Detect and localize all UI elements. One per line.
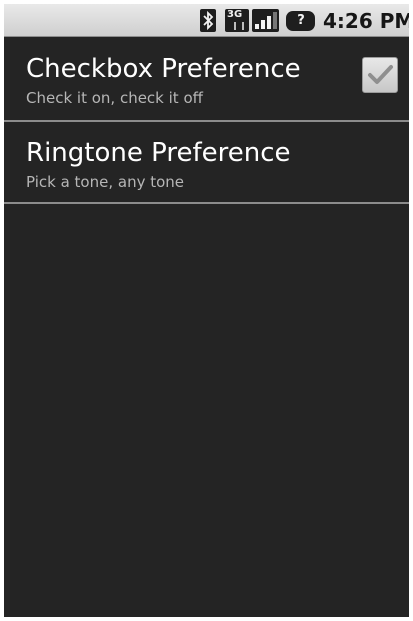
checkmark-icon [368,65,393,84]
checkbox-preference-title: Checkbox Preference [26,54,301,84]
network-type-label: 3G [227,9,243,20]
ringtone-preference[interactable]: Ringtone Preference Pick a tone, any ton… [4,122,409,204]
checkbox-preference[interactable]: Checkbox Preference Check it on, check i… [4,38,409,122]
preference-list: Checkbox Preference Check it on, check i… [4,38,409,204]
3g-data-icon: 3G [225,9,249,32]
checkbox-preference-summary: Check it on, check it off [26,89,203,107]
data-activity-arrows [234,22,244,30]
status-bar: 3G ? 4:26 PM [4,4,409,37]
status-clock: 4:26 PM [323,9,409,33]
ringtone-preference-title: Ringtone Preference [26,138,291,168]
preference-checkbox[interactable] [362,57,398,93]
screen: 3G ? 4:26 PM Checkbox Preference Check i… [4,4,409,617]
ringtone-preference-summary: Pick a tone, any tone [26,173,185,191]
sim-unknown-icon: ? [286,11,315,31]
signal-strength-icon [252,9,279,32]
bluetooth-icon [200,9,216,32]
